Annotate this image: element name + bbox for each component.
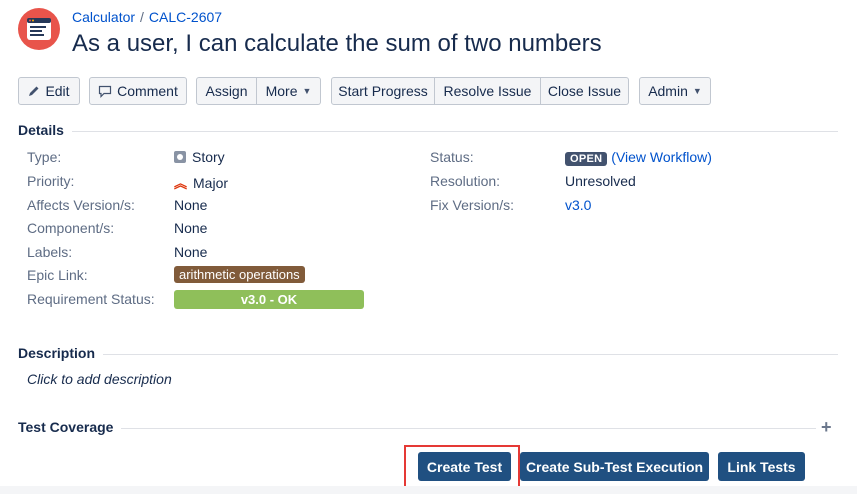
status-value: OPEN (View Workflow) (565, 149, 712, 166)
component-label: Component/s: (27, 220, 115, 236)
type-value-text: Story (192, 149, 225, 165)
more-button-label: More (265, 83, 298, 99)
resolution-label: Resolution: (430, 173, 501, 189)
comment-button[interactable]: Comment (89, 77, 187, 105)
project-avatar[interactable] (18, 8, 60, 50)
comment-icon (99, 85, 112, 98)
epic-link-value[interactable]: arithmetic operations (174, 266, 305, 284)
priority-major-icon: ︽ (174, 176, 188, 191)
resolve-issue-label: Resolve Issue (443, 83, 532, 99)
chevron-down-icon: ▼ (302, 86, 312, 96)
highlight-box (404, 445, 520, 488)
description-placeholder[interactable]: Click to add description (27, 371, 172, 387)
admin-button-label: Admin (648, 83, 688, 99)
labels-label: Labels: (27, 244, 73, 260)
chevron-down-icon: ▼ (692, 86, 702, 96)
fix-version-link[interactable]: v3.0 (565, 197, 591, 213)
test-coverage-divider (18, 428, 816, 429)
assign-button[interactable]: Assign (196, 77, 257, 105)
details-heading[interactable]: Details (18, 122, 72, 138)
comment-button-label: Comment (117, 83, 178, 99)
fix-version-label: Fix Version/s: (430, 197, 515, 213)
details-divider (18, 131, 838, 132)
link-tests-button[interactable]: Link Tests (718, 452, 805, 481)
test-coverage-heading[interactable]: Test Coverage (18, 419, 122, 435)
edit-button[interactable]: Edit (18, 77, 80, 105)
description-heading[interactable]: Description (18, 345, 104, 361)
resolution-value: Unresolved (565, 173, 636, 189)
priority-value: ︽ Major (174, 173, 228, 192)
start-progress-label: Start Progress (338, 83, 428, 99)
labels-value[interactable]: None (174, 244, 207, 260)
breadcrumb: Calculator / CALC-2607 (72, 9, 222, 25)
admin-button[interactable]: Admin ▼ (639, 77, 711, 105)
epic-lozenge[interactable]: arithmetic operations (174, 266, 305, 283)
breadcrumb-separator: / (140, 9, 144, 25)
epic-link-label: Epic Link: (27, 267, 88, 283)
affects-version-value[interactable]: None (174, 197, 207, 213)
view-workflow-text: View Workflow (615, 149, 708, 165)
breadcrumb-issue-key-link[interactable]: CALC-2607 (149, 9, 222, 25)
close-issue-label: Close Issue (547, 83, 622, 99)
status-lozenge: OPEN (565, 152, 608, 166)
component-value[interactable]: None (174, 220, 207, 236)
bottom-panel-edge (0, 486, 857, 494)
requirement-status-badge: v3.0 - OK (174, 290, 364, 309)
issue-summary[interactable]: As a user, I can calculate the sum of tw… (72, 30, 602, 58)
description-divider (18, 354, 838, 355)
start-progress-button[interactable]: Start Progress (331, 77, 435, 105)
breadcrumb-project-link[interactable]: Calculator (72, 9, 135, 25)
requirement-status-label: Requirement Status: (27, 291, 155, 307)
plus-icon[interactable]: + (821, 417, 832, 438)
type-value: Story (174, 149, 225, 165)
story-icon (174, 151, 186, 163)
pencil-icon (29, 86, 39, 96)
status-label: Status: (430, 149, 474, 165)
type-label: Type: (27, 149, 62, 165)
project-avatar-icon (27, 18, 51, 40)
close-issue-button[interactable]: Close Issue (541, 77, 629, 105)
more-button[interactable]: More ▼ (257, 77, 321, 105)
create-sub-test-execution-button[interactable]: Create Sub-Test Execution (520, 452, 709, 481)
edit-button-label: Edit (45, 83, 70, 99)
assign-button-label: Assign (205, 83, 248, 99)
resolve-issue-button[interactable]: Resolve Issue (435, 77, 541, 105)
priority-value-text: Major (193, 175, 229, 191)
affects-version-label: Affects Version/s: (27, 197, 135, 213)
view-workflow-link[interactable]: (View Workflow) (611, 149, 712, 165)
priority-label: Priority: (27, 173, 75, 189)
